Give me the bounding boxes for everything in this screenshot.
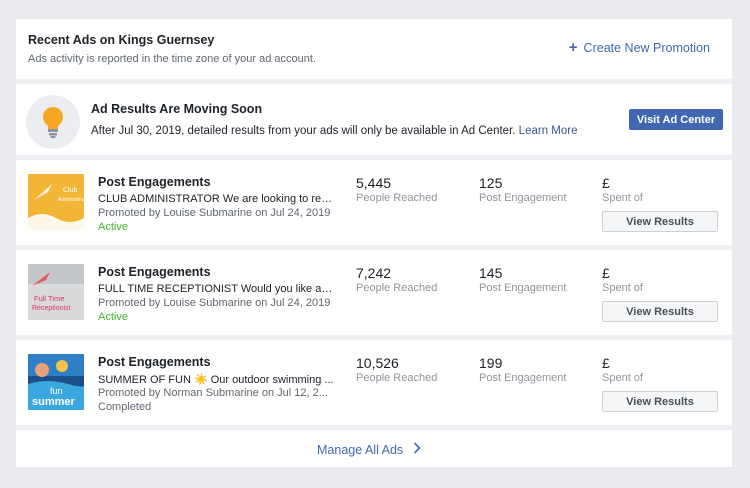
people-reached-label: People Reached [356, 372, 438, 384]
spent-currency: £ [602, 355, 610, 371]
notice-title: Ad Results Are Moving Soon [91, 102, 263, 116]
svg-text:fun: fun [50, 386, 63, 396]
ad-description: FULL TIME RECEPTIONIST Would you like a … [98, 283, 334, 295]
ad-title: Post Engagements [98, 265, 211, 279]
ad-row: fun summer Post Engagements SUMMER OF FU… [16, 340, 732, 420]
svg-text:Receptionist: Receptionist [32, 305, 71, 312]
people-reached-value: 7,242 [356, 265, 392, 281]
panel-title: Recent Ads on Kings Guernsey [28, 33, 215, 47]
ad-thumbnail[interactable]: fun summer [28, 354, 84, 410]
ad-row: Club Administrator Post Engagements CLUB… [16, 160, 732, 240]
plus-icon: + [568, 39, 578, 56]
create-new-promotion-label: Create New Promotion [583, 41, 710, 55]
ad-row: Full Time Receptionist Post Engagements … [16, 250, 732, 330]
status-badge: Active [98, 221, 128, 233]
post-engagement-label: Post Engagement [479, 372, 567, 384]
ad-thumbnail[interactable]: Club Administrator [28, 174, 84, 230]
post-engagement-value: 199 [479, 355, 503, 371]
post-engagement-label: Post Engagement [479, 192, 567, 204]
ad-promoted-by: Promoted by Norman Submarine on Jul 12, … [98, 387, 328, 399]
view-results-button[interactable]: View Results [602, 211, 718, 232]
spent-currency: £ [602, 175, 610, 191]
lightbulb-icon [26, 95, 80, 149]
status-badge: Active [98, 311, 128, 323]
post-engagement-value: 125 [479, 175, 503, 191]
divider [16, 425, 732, 430]
notice-text: After Jul 30, 2019, detailed results fro… [91, 125, 577, 137]
ad-title: Post Engagements [98, 355, 211, 369]
post-engagement-label: Post Engagement [479, 282, 567, 294]
divider [16, 79, 732, 84]
svg-text:summer: summer [32, 396, 76, 408]
ad-title: Post Engagements [98, 175, 211, 189]
people-reached-value: 10,526 [356, 355, 399, 371]
panel-subtitle: Ads activity is reported in the time zon… [28, 53, 316, 65]
manage-all-ads-link[interactable]: Manage All Ads [317, 442, 421, 457]
svg-text:Full Time: Full Time [34, 294, 64, 303]
ad-thumbnail[interactable]: Full Time Receptionist [28, 264, 84, 320]
people-reached-value: 5,445 [356, 175, 392, 191]
ad-description: CLUB ADMINISTRATOR We are looking to rec… [98, 193, 334, 205]
learn-more-link[interactable]: Learn More [519, 125, 578, 137]
ad-description: SUMMER OF FUN ☀️ Our outdoor swimming ..… [98, 374, 334, 386]
thumb-text: Club [63, 187, 78, 194]
create-new-promotion-link[interactable]: + Create New Promotion [568, 39, 710, 56]
view-results-button[interactable]: View Results [602, 391, 718, 412]
spent-label: Spent of [602, 192, 643, 204]
ad-promoted-by: Promoted by Louise Submarine on Jul 24, … [98, 297, 331, 309]
spent-label: Spent of [602, 282, 643, 294]
manage-all-ads-label: Manage All Ads [317, 442, 404, 457]
ad-promoted-by: Promoted by Louise Submarine on Jul 24, … [98, 207, 331, 219]
status-badge: Completed [98, 401, 152, 413]
svg-text:Administrator: Administrator [58, 197, 84, 203]
notice-body: After Jul 30, 2019, detailed results fro… [91, 125, 516, 137]
post-engagement-value: 145 [479, 265, 503, 281]
people-reached-label: People Reached [356, 282, 438, 294]
visit-ad-center-button[interactable]: Visit Ad Center [629, 109, 723, 130]
spent-label: Spent of [602, 372, 643, 384]
people-reached-label: People Reached [356, 192, 438, 204]
spent-currency: £ [602, 265, 610, 281]
chevron-right-icon [413, 442, 421, 457]
view-results-button[interactable]: View Results [602, 301, 718, 322]
